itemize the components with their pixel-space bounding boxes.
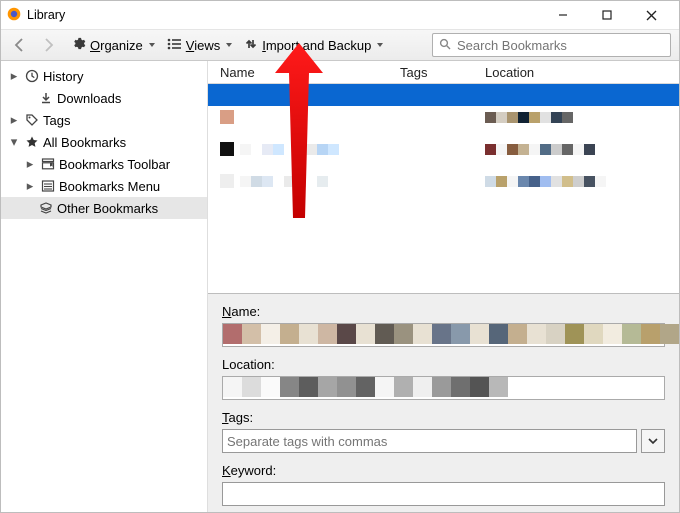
close-button[interactable] bbox=[629, 1, 673, 29]
download-icon bbox=[37, 91, 55, 105]
tree-label: Bookmarks Menu bbox=[59, 179, 160, 194]
chevron-down-icon bbox=[377, 43, 383, 47]
expand-icon: ▸ bbox=[11, 112, 18, 128]
column-name[interactable]: Name bbox=[220, 65, 400, 80]
expand-icon: ▸ bbox=[27, 156, 34, 172]
name-field[interactable] bbox=[222, 323, 665, 347]
tree-label: Downloads bbox=[57, 91, 121, 106]
tree-history[interactable]: ▸ History bbox=[1, 65, 207, 87]
list-row[interactable] bbox=[208, 138, 679, 160]
tree-tags[interactable]: ▸ Tags bbox=[1, 109, 207, 131]
location-text bbox=[485, 176, 606, 187]
list-row[interactable] bbox=[208, 84, 679, 106]
tree-bookmarks-menu[interactable]: ▸ Bookmarks Menu bbox=[1, 175, 207, 197]
titlebar: Library bbox=[1, 1, 679, 29]
app-icon bbox=[7, 7, 21, 24]
tags-field[interactable] bbox=[222, 429, 637, 453]
back-button[interactable] bbox=[9, 34, 31, 56]
list-icon bbox=[167, 38, 182, 53]
keyword-field-label: Keyword: bbox=[222, 463, 665, 478]
chevron-down-icon bbox=[149, 43, 155, 47]
tree-label: Tags bbox=[43, 113, 70, 128]
minimize-button[interactable] bbox=[541, 1, 585, 29]
location-text bbox=[485, 144, 595, 155]
tree-label: Other Bookmarks bbox=[57, 201, 158, 216]
tags-field-label: Tags: bbox=[222, 410, 665, 425]
star-icon bbox=[23, 135, 41, 149]
sidebar: ▸ History Downloads ▸ Tags ▾ All Bookmar… bbox=[1, 61, 208, 513]
name-field-label: Name: bbox=[222, 304, 665, 319]
toolbar: Organize Views Import and Backup bbox=[1, 29, 679, 61]
column-headers: Name Tags Location bbox=[208, 61, 679, 84]
tree-all-bookmarks[interactable]: ▾ All Bookmarks bbox=[1, 131, 207, 153]
tree-label: History bbox=[43, 69, 83, 84]
list-row[interactable] bbox=[208, 170, 679, 192]
views-menu[interactable]: Views bbox=[167, 38, 232, 53]
tree-bookmarks-toolbar[interactable]: ▸ Bookmarks Toolbar bbox=[1, 153, 207, 175]
column-tags[interactable]: Tags bbox=[400, 65, 485, 80]
maximize-button[interactable] bbox=[585, 1, 629, 29]
details-panel: Name: Location: Tags: Keyword: bbox=[208, 293, 679, 513]
gear-icon bbox=[71, 36, 86, 54]
search-input[interactable] bbox=[455, 37, 664, 54]
import-backup-menu[interactable]: Import and Backup bbox=[244, 37, 383, 54]
organize-label: Organize bbox=[90, 38, 143, 53]
column-location[interactable]: Location bbox=[485, 65, 679, 80]
tags-dropdown-button[interactable] bbox=[641, 429, 665, 453]
clock-icon bbox=[23, 69, 41, 83]
name-text bbox=[240, 176, 328, 187]
search-bookmarks-box[interactable] bbox=[432, 33, 671, 57]
other-bookmarks-icon bbox=[37, 201, 55, 215]
tree-label: Bookmarks Toolbar bbox=[59, 157, 170, 172]
tree-other-bookmarks[interactable]: Other Bookmarks bbox=[1, 197, 207, 219]
location-field-label: Location: bbox=[222, 357, 665, 372]
forward-button[interactable] bbox=[37, 34, 59, 56]
expand-icon: ▸ bbox=[11, 68, 18, 84]
organize-menu[interactable]: Organize bbox=[71, 36, 155, 54]
import-export-icon bbox=[244, 37, 258, 54]
main-area: Name Tags Location bbox=[208, 61, 679, 513]
favicon bbox=[220, 142, 234, 156]
tag-icon bbox=[23, 113, 41, 127]
expand-icon: ▸ bbox=[27, 178, 34, 194]
tree-downloads[interactable]: Downloads bbox=[1, 87, 207, 109]
bookmarks-menu-icon bbox=[39, 179, 57, 193]
name-text bbox=[240, 144, 350, 155]
chevron-down-icon bbox=[226, 43, 232, 47]
collapse-icon: ▾ bbox=[11, 134, 18, 150]
favicon bbox=[220, 110, 234, 124]
favicon bbox=[220, 174, 234, 188]
import-backup-label: Import and Backup bbox=[262, 38, 371, 53]
views-label: Views bbox=[186, 38, 220, 53]
location-field[interactable] bbox=[222, 376, 665, 400]
bookmark-list bbox=[208, 84, 679, 293]
keyword-field[interactable] bbox=[222, 482, 665, 506]
tree-label: All Bookmarks bbox=[43, 135, 126, 150]
library-window: Library Organize Views Import and Backup bbox=[0, 0, 680, 513]
search-icon bbox=[439, 38, 451, 53]
list-row[interactable] bbox=[208, 106, 679, 128]
bookmarks-toolbar-icon bbox=[39, 157, 57, 171]
window-title: Library bbox=[27, 8, 65, 22]
location-text bbox=[485, 112, 573, 123]
